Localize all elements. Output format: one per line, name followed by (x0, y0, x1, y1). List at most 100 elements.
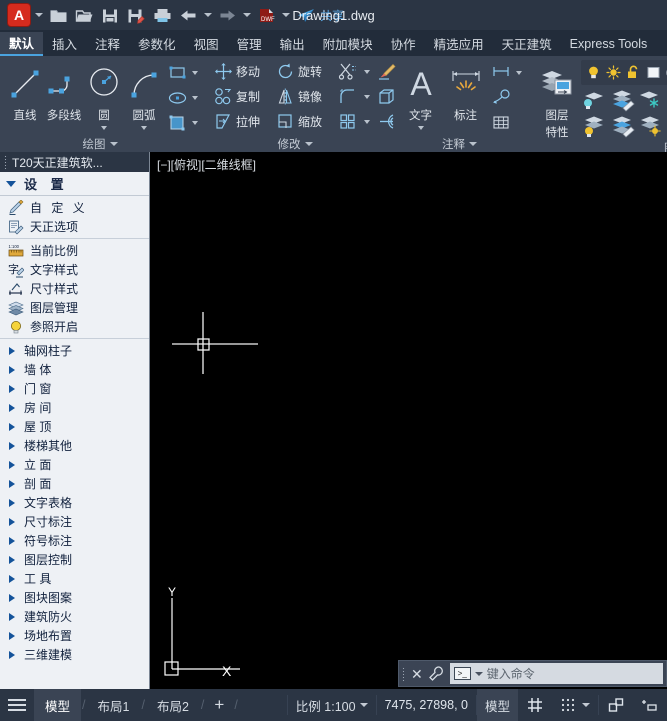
dock-node-room[interactable]: 房 间 (0, 398, 149, 417)
drag-grip-icon[interactable] (402, 666, 406, 681)
polyline-button[interactable]: 多段线 (44, 60, 84, 123)
layer-bulb-on-icon[interactable] (581, 114, 607, 139)
chevron-down-icon[interactable] (516, 70, 522, 75)
undo-dropdown[interactable] (201, 2, 214, 28)
tab-output[interactable]: 输出 (271, 32, 314, 56)
tab-manage[interactable]: 管理 (228, 32, 271, 56)
array-button[interactable] (336, 109, 375, 134)
layer-state-strip[interactable]: 0 (581, 60, 667, 85)
layout-tab-model[interactable]: 模型 (34, 689, 82, 721)
layer-bulb-icon[interactable] (581, 87, 607, 112)
color-swatch-icon[interactable] (646, 65, 661, 80)
ortho-mode-toggle[interactable] (599, 689, 633, 721)
chevron-down-icon[interactable] (474, 671, 483, 676)
tab-view[interactable]: 视图 (185, 32, 228, 56)
drawing-canvas[interactable]: [−][俯视][二维线框] Y X (150, 152, 667, 689)
sun-icon[interactable] (606, 65, 621, 80)
modify-panel-title[interactable]: 修改 (200, 135, 390, 152)
snap-mode-toggle[interactable] (552, 689, 598, 721)
undo-button[interactable] (175, 2, 201, 28)
tab-collaborate[interactable]: 协作 (382, 32, 425, 56)
layer-snowflake-icon[interactable] (637, 87, 663, 112)
chevron-down-icon[interactable] (192, 70, 198, 75)
dock-node-text-table[interactable]: 文字表格 (0, 493, 149, 512)
chevron-down-icon[interactable] (364, 119, 370, 124)
dock-node-axis-grid[interactable]: 轴网柱子 (0, 341, 149, 360)
plot-button[interactable] (149, 2, 175, 28)
coordinates-display[interactable]: 7475, 27898, 0 (377, 689, 476, 721)
export-dropdown[interactable] (279, 2, 292, 28)
tab-addins[interactable]: 附加模块 (314, 32, 382, 56)
dock-node-stairs-other[interactable]: 楼梯其他 (0, 436, 149, 455)
dock-item-dim-style[interactable]: 尺寸样式 (0, 279, 149, 298)
chevron-down-icon[interactable] (141, 126, 147, 130)
wrench-icon[interactable] (428, 665, 445, 682)
scale-button[interactable]: 缩放 (274, 109, 336, 134)
rotate-button[interactable]: 旋转 (274, 59, 336, 84)
tab-default[interactable]: 默认 (0, 32, 44, 56)
rectangle-button[interactable] (167, 60, 201, 85)
dock-title-bar[interactable]: T20天正建筑软... (0, 152, 149, 172)
lightbulb-icon[interactable] (586, 65, 601, 80)
trim-button[interactable] (336, 59, 375, 84)
dock-item-customize[interactable]: 自 定 义 (0, 198, 149, 217)
dock-item-layer-manager[interactable]: 图层管理 (0, 298, 149, 317)
dock-node-door-window[interactable]: 门 窗 (0, 379, 149, 398)
dock-node-3d-modeling[interactable]: 三维建模 (0, 645, 149, 664)
dock-node-section[interactable]: 剖 面 (0, 474, 149, 493)
draw-panel-title[interactable]: 绘图 (0, 135, 200, 152)
dock-item-text-style[interactable]: 字 文字样式 (0, 260, 149, 279)
open-drawing-button[interactable] (71, 2, 97, 28)
grid-display-toggle[interactable] (518, 689, 552, 721)
dock-node-symbol[interactable]: 符号标注 (0, 531, 149, 550)
add-layout-button[interactable]: + (205, 695, 233, 715)
table-button[interactable] (490, 110, 525, 135)
layout-tab-layout2[interactable]: 布局2 (146, 689, 200, 721)
layer-thaw-icon[interactable] (637, 114, 663, 139)
dock-node-site-layout[interactable]: 场地布置 (0, 626, 149, 645)
chevron-down-icon[interactable] (364, 69, 370, 74)
dock-node-roof[interactable]: 屋 顶 (0, 417, 149, 436)
layer-edit-icon[interactable] (609, 87, 635, 112)
tab-insert[interactable]: 插入 (43, 32, 86, 56)
text-button[interactable]: A 文字 (398, 60, 443, 130)
chevron-down-icon[interactable] (582, 703, 590, 707)
command-line[interactable]: ✕ >_ 键入命令 (398, 660, 667, 687)
chevron-down-icon[interactable] (192, 120, 198, 125)
stretch-button[interactable]: 拉伸 (212, 109, 274, 134)
layout-tab-layout1[interactable]: 布局1 (87, 689, 141, 721)
new-drawing-button[interactable] (45, 2, 71, 28)
dock-node-blocks-patterns[interactable]: 图块图案 (0, 588, 149, 607)
dock-content[interactable]: 设 置 自 定 义 天正选项 1:100 当前比例 字 文字样式 尺寸样式 图层… (0, 172, 149, 689)
tab-tangent-architecture[interactable]: 天正建筑 (493, 32, 561, 56)
command-input[interactable]: >_ 键入命令 (449, 663, 663, 684)
mirror-button[interactable]: 镜像 (274, 84, 336, 109)
save-button[interactable] (97, 2, 123, 28)
application-menu-button[interactable]: A (6, 2, 32, 28)
chevron-down-icon[interactable] (364, 94, 370, 99)
dock-item-xref-enable[interactable]: 参照开启 (0, 317, 149, 336)
line-button[interactable]: 直线 (6, 60, 44, 123)
hamburger-icon[interactable] (0, 699, 34, 711)
chevron-down-icon[interactable] (417, 126, 424, 130)
drag-grip-icon[interactable] (4, 155, 8, 169)
hatch-button[interactable] (167, 110, 201, 135)
dock-node-dimension[interactable]: 尺寸标注 (0, 512, 149, 531)
layer-properties-button[interactable]: 图层 特性 (535, 60, 579, 140)
copy-button[interactable]: 复制 (212, 84, 274, 109)
dock-node-tools[interactable]: 工 具 (0, 569, 149, 588)
annotation-scale-selector[interactable]: 比例 1:100 (288, 689, 376, 721)
circle-button[interactable]: 圆 (84, 60, 124, 130)
chevron-down-icon[interactable] (192, 95, 198, 100)
settings-group-header[interactable]: 设 置 (0, 172, 149, 196)
save-as-button[interactable] (123, 2, 149, 28)
dock-node-wall[interactable]: 墙 体 (0, 360, 149, 379)
redo-dropdown[interactable] (240, 2, 253, 28)
ellipse-button[interactable] (167, 85, 201, 110)
dock-node-layer-control[interactable]: 图层控制 (0, 550, 149, 569)
tab-featured-apps[interactable]: 精选应用 (425, 32, 493, 56)
layer-match-icon[interactable] (609, 114, 635, 139)
tab-express-tools[interactable]: Express Tools (561, 32, 657, 56)
redo-button[interactable] (214, 2, 240, 28)
fillet-button[interactable] (336, 84, 375, 109)
